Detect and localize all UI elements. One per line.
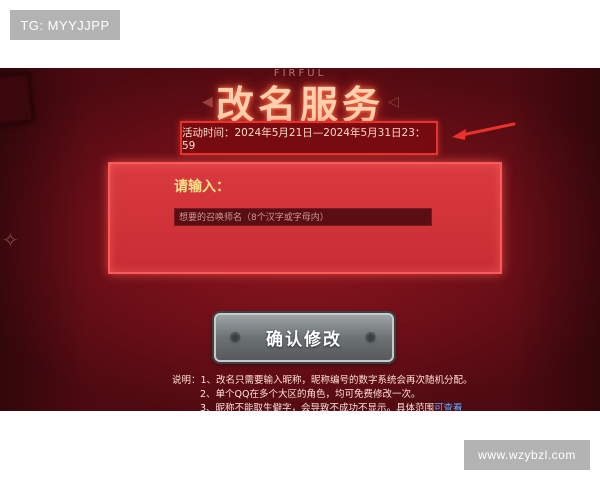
event-date-box: 活动时间：2024年5月21日—2024年5月31日23：59 xyxy=(180,121,438,155)
eye-icon: ◉ xyxy=(230,329,243,343)
notes-line-1-text: 1、改名只需要输入昵称，昵称编号的数字系统会再次随机分配。 xyxy=(200,375,473,386)
note-line-2: 2、单个QQ在多个大区的角色，均可免费修改一次。 xyxy=(172,388,473,402)
confirm-change-button[interactable]: ◉ 确认修改 ◉ xyxy=(214,313,394,362)
confirm-button-label: 确认修改 xyxy=(266,330,342,350)
input-label: 请输入： xyxy=(174,179,230,195)
note-line-1: 说明：1、改名只需要输入昵称，昵称编号的数字系统会再次随机分配。 xyxy=(172,374,473,388)
speaker-icon: ◁ xyxy=(388,94,399,110)
speaker-icon: ◀ xyxy=(202,94,213,110)
note-line-3: 3、昵称不能取生僻字，会导致不成功不显示。具体范围可查看 xyxy=(172,402,473,411)
watermark-tag-top-left: TG: MYYJJPP xyxy=(10,10,120,40)
notes-line-3-text: 3、昵称不能取生僻字，会导致不成功不显示。具体范围 xyxy=(200,403,435,411)
event-panel: ✧ FIRFUL 改名服务 ◀ ◁ 活动时间：2024年5月21日—2024年5… xyxy=(0,68,600,411)
decorative-sparkle-icon: ✧ xyxy=(2,228,19,252)
view-details-link[interactable]: 可查看 xyxy=(434,403,463,411)
notes-line-2-text: 2、单个QQ在多个大区的角色，均可免费修改一次。 xyxy=(200,389,421,400)
name-input-panel: 请输入： 想要的召唤师名（8个汉字或字母内） xyxy=(108,162,502,274)
instructions: 说明：1、改名只需要输入昵称，昵称编号的数字系统会再次随机分配。 2、单个QQ在… xyxy=(172,374,473,411)
summoner-name-input[interactable]: 想要的召唤师名（8个汉字或字母内） xyxy=(174,208,432,226)
notes-prefix: 说明： xyxy=(172,375,201,386)
eye-icon: ◉ xyxy=(365,329,378,343)
arrow-annotation-icon xyxy=(452,122,516,140)
event-date-text: 活动时间：2024年5月21日—2024年5月31日23：59 xyxy=(182,126,426,152)
watermark-tag-bottom-right: www.wzybzl.com xyxy=(464,440,590,470)
